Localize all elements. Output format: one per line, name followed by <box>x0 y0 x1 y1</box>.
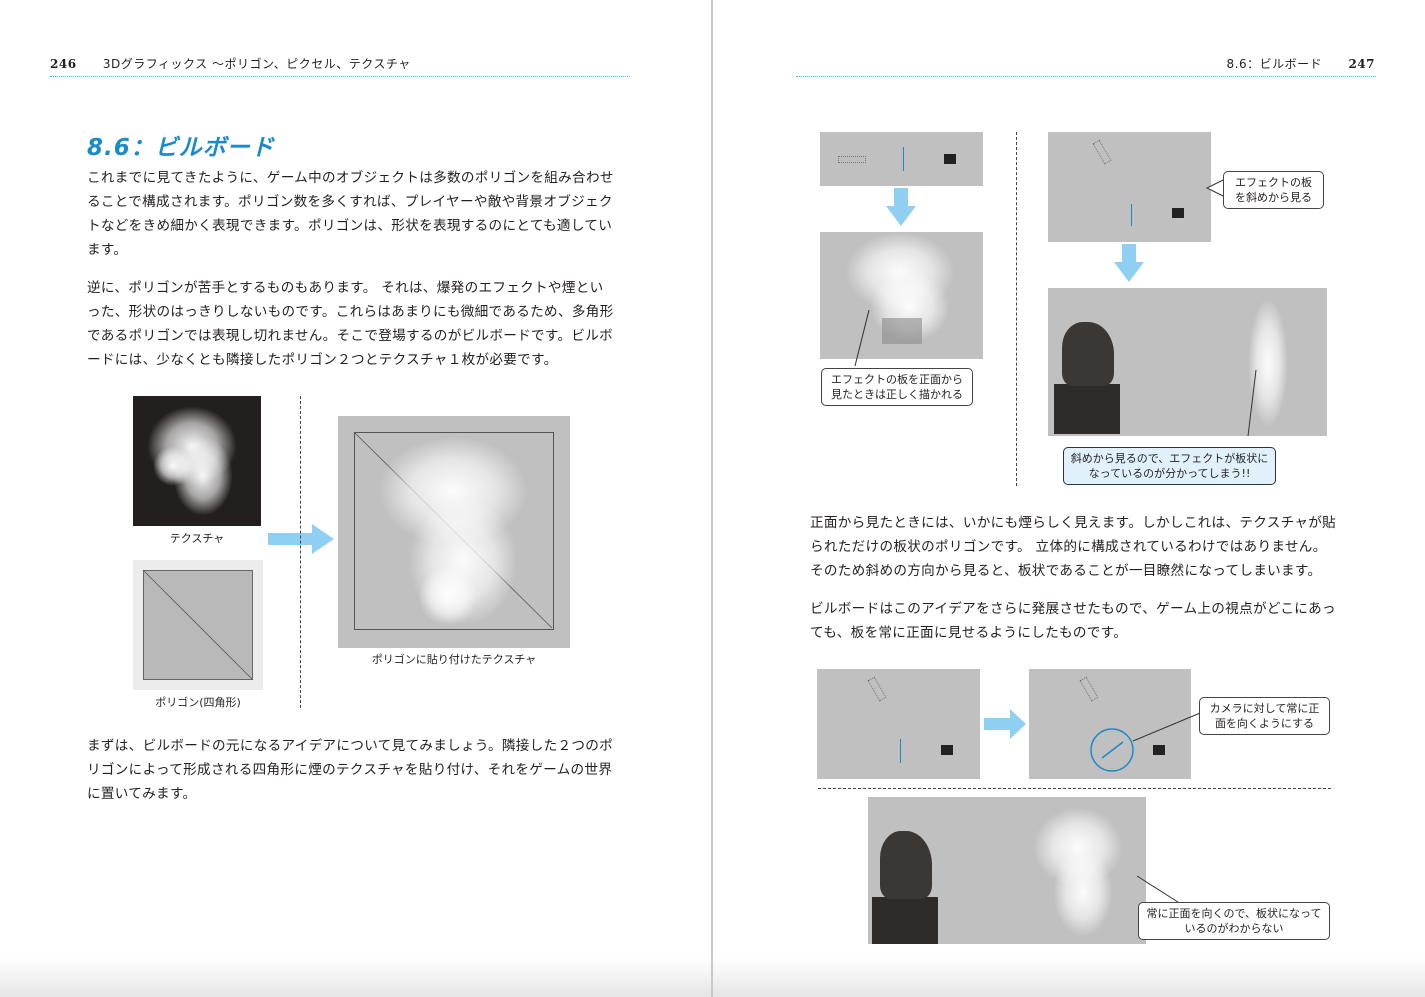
polygon-quad-image <box>133 560 263 690</box>
left-paragraph-2: 逆に、ポリゴンが苦手とするものもあります。 それは、爆発のエフェクトや煙といった… <box>87 280 614 368</box>
result-caption: ポリゴンに貼り付けたテクスチャ <box>371 653 537 666</box>
callout-pointer-oblique-result <box>1247 369 1257 437</box>
billboard-result-image <box>868 797 1146 944</box>
right-running-header: 8.6：ビルボード 247 <box>1227 55 1375 72</box>
oblique-topdown-image <box>1048 132 1211 242</box>
right-arrow-icon-2 <box>984 709 1026 739</box>
front-topdown-image <box>820 132 983 186</box>
callout-face-camera: カメラに対して常に正面を向くようにする <box>1199 697 1330 735</box>
left-page-number: 246 <box>50 57 77 71</box>
callout-front-view: エフェクトの板を正面から見たときは正しく描かれる <box>821 368 973 406</box>
left-paragraph-3: まずは、ビルボードの元になるアイデアについて見てみましょう。隣接した２つのポリゴ… <box>87 738 614 802</box>
section-title: 8.6：ビルボード <box>87 135 275 161</box>
right-page: 8.6：ビルボード 247 エフェクトの板を正面から見たときは正しく描かれる エ… <box>713 0 1425 997</box>
texture-caption: テクスチャ <box>169 532 225 545</box>
right-page-number: 247 <box>1348 57 1375 71</box>
smoke-texture-image <box>133 396 261 526</box>
top-figure-divider <box>1016 132 1017 486</box>
page-shadow <box>0 957 711 997</box>
left-running-head-text: 3Dグラフィックス 〜ポリゴン、ピクセル、テクスチャ <box>102 57 411 71</box>
right-header-rule <box>796 76 1376 77</box>
figure-divider <box>300 396 301 708</box>
left-paragraph-1: これまでに見てきたように、ゲーム中のオブジェクトは多数のポリゴンを組み合わせるこ… <box>87 170 614 258</box>
right-paragraph-2: ビルボードはこのアイデアをさらに発展させたもので、ゲーム上の視点がどこにあっても… <box>810 601 1336 641</box>
page-shadow-right <box>713 957 1425 997</box>
polygon-caption: ポリゴン(四角形) <box>155 696 241 709</box>
down-arrow-icon-2 <box>1114 244 1144 282</box>
textured-polygon-image <box>338 416 570 648</box>
right-arrow-icon <box>268 524 334 554</box>
down-arrow-icon <box>886 188 916 226</box>
left-running-header: 246 3Dグラフィックス 〜ポリゴン、ピクセル、テクスチャ <box>50 55 411 72</box>
left-header-rule <box>50 76 630 77</box>
left-page: 246 3Dグラフィックス 〜ポリゴン、ピクセル、テクスチャ 8.6：ビルボード… <box>0 0 711 997</box>
bottom-figure-divider <box>818 788 1331 789</box>
billboard-topdown-image-1 <box>817 669 980 779</box>
callout-pointer-front <box>854 309 870 367</box>
callout-always-front: 常に正面を向くので、板状になっているのがわからない <box>1138 902 1330 940</box>
callout-oblique-result: 斜めから見るので、エフェクトが板状になっているのが分かってしまう!! <box>1063 447 1276 485</box>
right-running-head-text: 8.6：ビルボード <box>1226 57 1323 71</box>
oblique-view-statue-image <box>1048 288 1327 436</box>
front-view-smoke-image <box>820 232 983 359</box>
right-paragraph-1: 正面から見たときには、いかにも煙らしく見えます。しかしこれは、テクスチャが貼られ… <box>810 515 1337 579</box>
callout-oblique-view: エフェクトの板を斜めから見る <box>1223 171 1324 209</box>
